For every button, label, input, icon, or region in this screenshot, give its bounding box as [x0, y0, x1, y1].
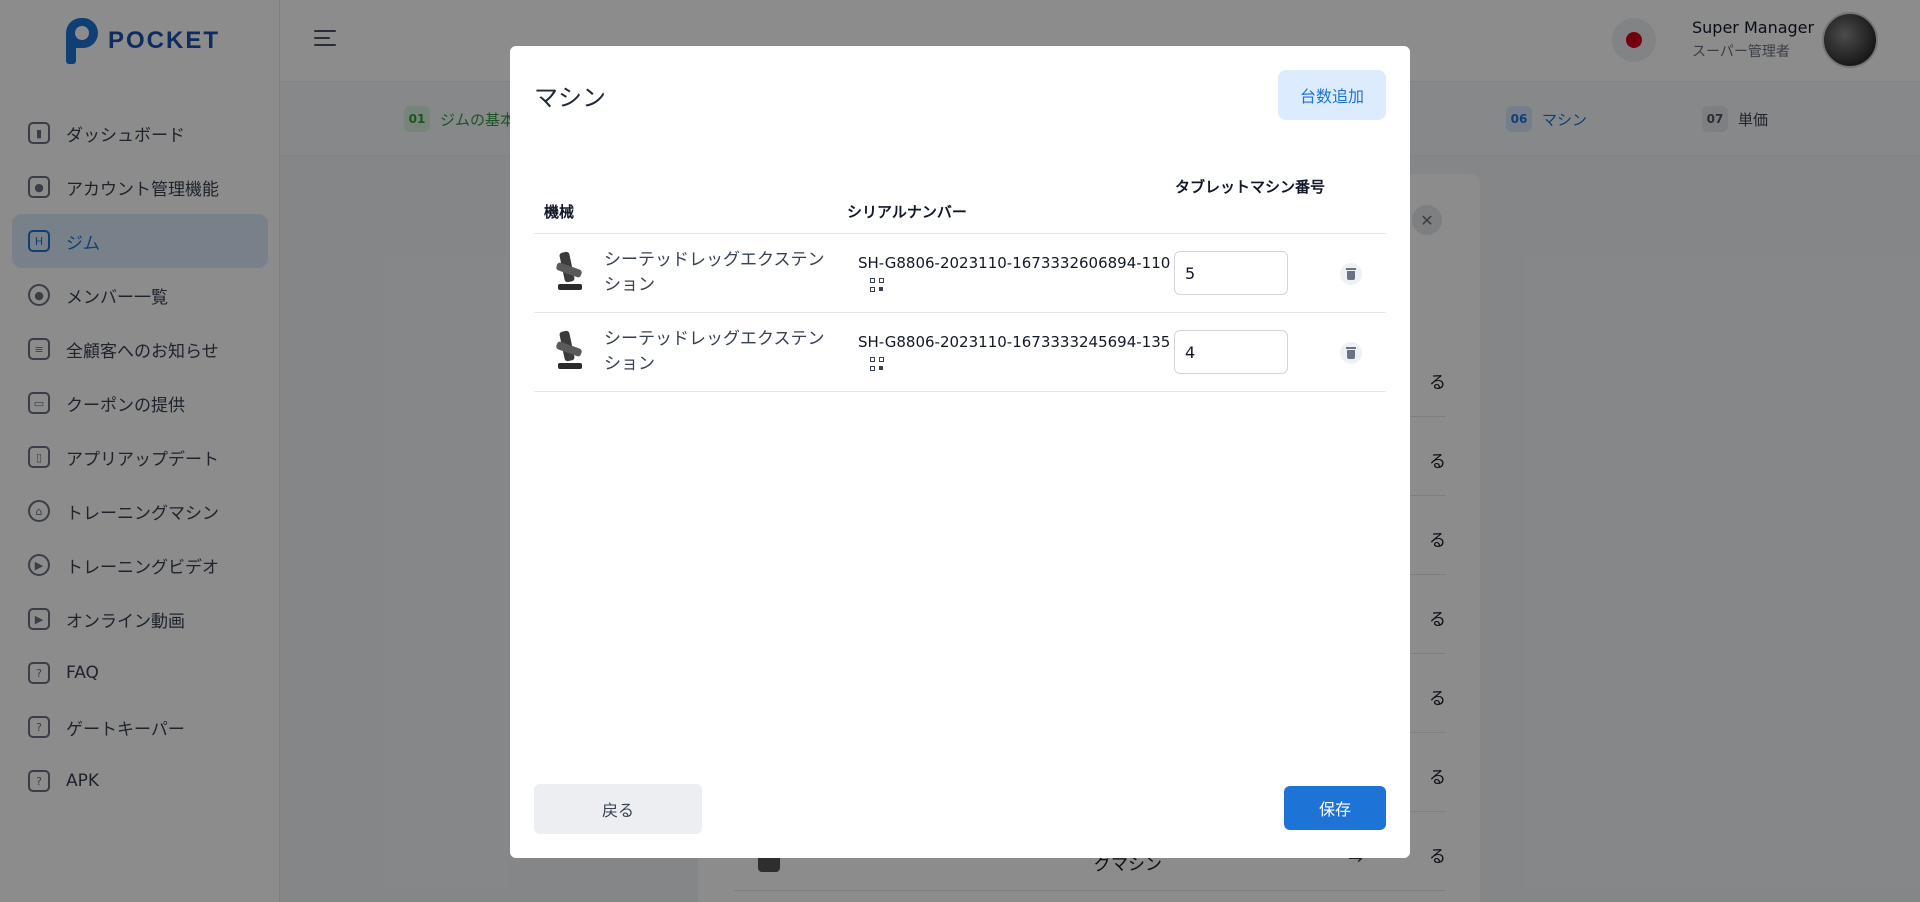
trash-icon[interactable]: [1340, 263, 1362, 285]
serial-number: SH-G8806-2023110-1673332606894-110: [858, 252, 1170, 292]
table-header: 機械 シリアルナンバー タブレットマシン番号: [534, 170, 1386, 234]
tablet-number-input[interactable]: [1174, 330, 1288, 374]
serial-number-text: SH-G8806-2023110-1673333245694-135: [858, 333, 1171, 351]
table-row: シーテッドレッグエクステンション SH-G8806-2023110-167333…: [534, 313, 1386, 392]
column-header-machine: 機械: [544, 203, 575, 221]
tablet-number-input[interactable]: [1174, 251, 1288, 295]
leg-extension-machine-image: [554, 330, 586, 373]
machine-name: シーテッドレッグエクステンション: [604, 329, 825, 374]
leg-extension-machine-image: [554, 251, 586, 294]
serial-number: SH-G8806-2023110-1673333245694-135: [858, 331, 1170, 371]
column-header-tablet: タブレットマシン番号: [1175, 178, 1326, 196]
serial-number-text: SH-G8806-2023110-1673332606894-110: [858, 254, 1171, 272]
add-units-button[interactable]: 台数追加: [1278, 70, 1386, 120]
modal-title: マシン: [534, 84, 606, 112]
table-row: シーテッドレッグエクステンション SH-G8806-2023110-167333…: [534, 234, 1386, 313]
machine-modal: マシン 台数追加 機械 シリアルナンバー タブレットマシン番号 シーテッドレッグ…: [510, 46, 1410, 858]
trash-icon[interactable]: [1340, 342, 1362, 364]
column-header-serial: シリアルナンバー: [847, 203, 967, 221]
machine-name: シーテッドレッグエクステンション: [604, 250, 825, 295]
save-button[interactable]: 保存: [1284, 786, 1386, 830]
back-button[interactable]: 戻る: [534, 784, 702, 834]
qr-code-icon[interactable]: [870, 357, 884, 371]
qr-code-icon[interactable]: [870, 278, 884, 292]
machine-table: 機械 シリアルナンバー タブレットマシン番号 シーテッドレッグエクステンション …: [534, 170, 1386, 392]
